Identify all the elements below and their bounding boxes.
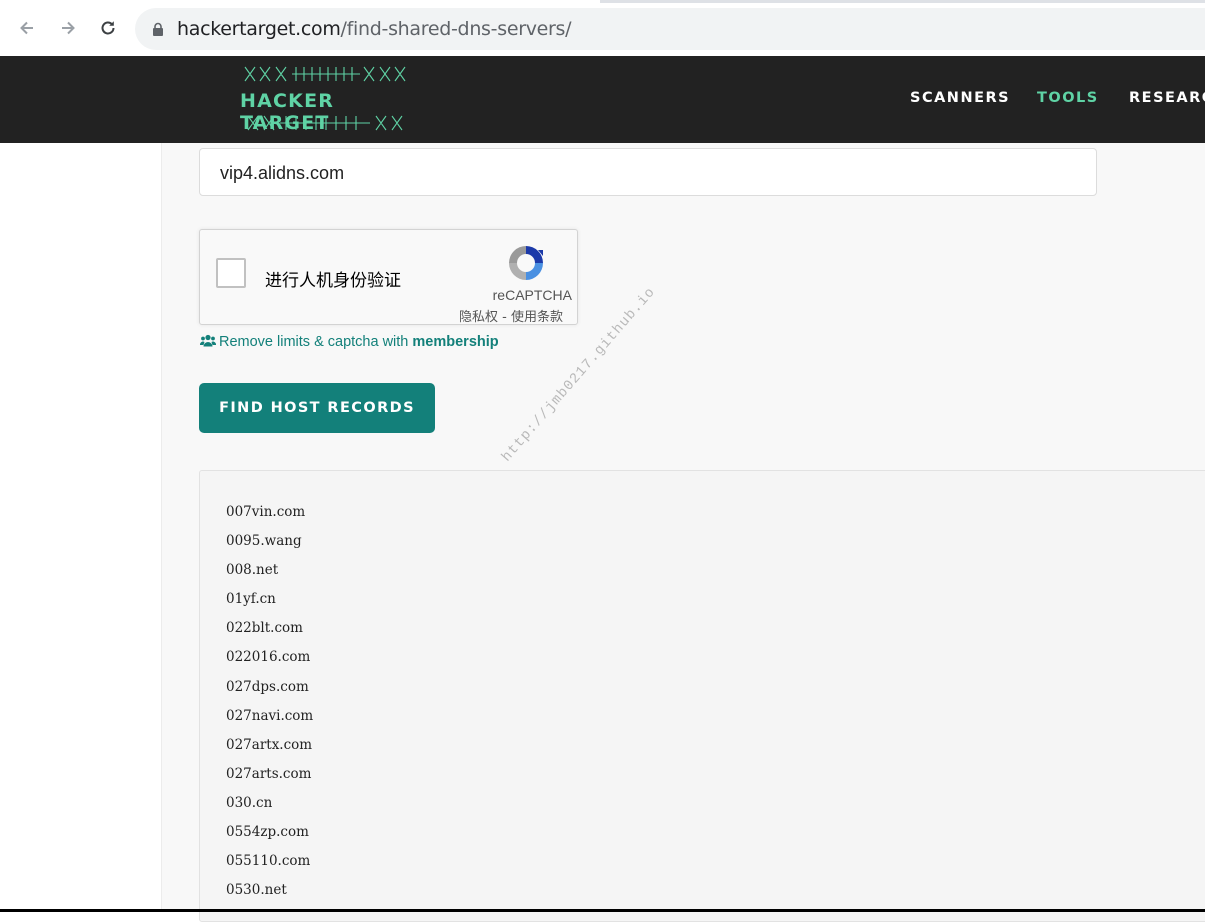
find-host-records-button[interactable]: FIND HOST RECORDS bbox=[199, 383, 435, 433]
nav-scanners[interactable]: SCANNERS bbox=[910, 90, 1010, 106]
result-item: 022016.com bbox=[226, 649, 311, 666]
url-host: hackertarget.com bbox=[177, 18, 341, 40]
recaptcha-brand: reCAPTCHA bbox=[492, 287, 572, 303]
result-item: 022blt.com bbox=[226, 620, 303, 637]
recaptcha-widget: 进行人机身份验证 reCAPTCHA 隐私权 - 使用条款 bbox=[199, 229, 578, 325]
captcha-label: 进行人机身份验证 bbox=[265, 271, 401, 291]
result-item: 055110.com bbox=[226, 853, 311, 870]
result-item: 01yf.cn bbox=[226, 591, 276, 608]
nav-research[interactable]: RESEARC bbox=[1129, 90, 1205, 106]
url-text: hackertarget.com/find-shared-dns-servers… bbox=[177, 18, 572, 40]
membership-link[interactable]: Remove limits & captcha with membership bbox=[199, 334, 499, 350]
membership-label[interactable]: membership bbox=[412, 334, 498, 350]
browser-toolbar: hackertarget.com/find-shared-dns-servers… bbox=[0, 0, 1205, 57]
result-item: 027dps.com bbox=[226, 678, 309, 695]
result-item: 0095.wang bbox=[226, 533, 302, 550]
site-header: HACKER TARGET SCANNERS TOOLS RESEARC bbox=[0, 56, 1205, 143]
recaptcha-logo-icon bbox=[509, 246, 543, 280]
lock-icon bbox=[153, 22, 163, 36]
reload-icon[interactable] bbox=[95, 15, 121, 41]
membership-prefix: Remove limits & captcha with bbox=[219, 334, 409, 350]
dns-server-input[interactable]: vip4.alidns.com bbox=[199, 148, 1097, 196]
forward-arrow-icon[interactable] bbox=[55, 15, 81, 41]
result-item: 027arts.com bbox=[226, 765, 312, 782]
results-list: 007vin.com 0095.wang 008.net 01yf.cn 022… bbox=[226, 503, 313, 910]
result-item: 008.net bbox=[226, 562, 279, 579]
nav-tools[interactable]: TOOLS bbox=[1037, 90, 1099, 106]
result-item: 007vin.com bbox=[226, 504, 306, 520]
result-item: 027navi.com bbox=[226, 707, 314, 724]
result-item: 030.cn bbox=[226, 794, 273, 811]
captcha-checkbox[interactable] bbox=[216, 258, 246, 288]
result-item: 027artx.com bbox=[226, 736, 313, 753]
tab-strip bbox=[600, 0, 1205, 3]
site-logo[interactable]: HACKER TARGET bbox=[240, 64, 410, 136]
address-bar[interactable]: hackertarget.com/find-shared-dns-servers… bbox=[135, 8, 1205, 50]
result-item: 0530.net bbox=[226, 882, 287, 899]
users-icon bbox=[199, 334, 217, 347]
content-panel: vip4.alidns.com 进行人机身份验证 reCAPTCHA 隐私权 -… bbox=[161, 143, 1205, 922]
result-item: 0554zp.com bbox=[226, 824, 309, 841]
back-arrow-icon[interactable] bbox=[14, 15, 40, 41]
logo-bottom-pattern-icon bbox=[247, 115, 403, 131]
recaptcha-terms-link[interactable]: 隐私权 - 使用条款 bbox=[459, 306, 563, 325]
logo-top-pattern-icon bbox=[244, 66, 406, 82]
url-path: /find-shared-dns-servers/ bbox=[340, 18, 572, 40]
results-box: 007vin.com 0095.wang 008.net 01yf.cn 022… bbox=[199, 470, 1205, 922]
